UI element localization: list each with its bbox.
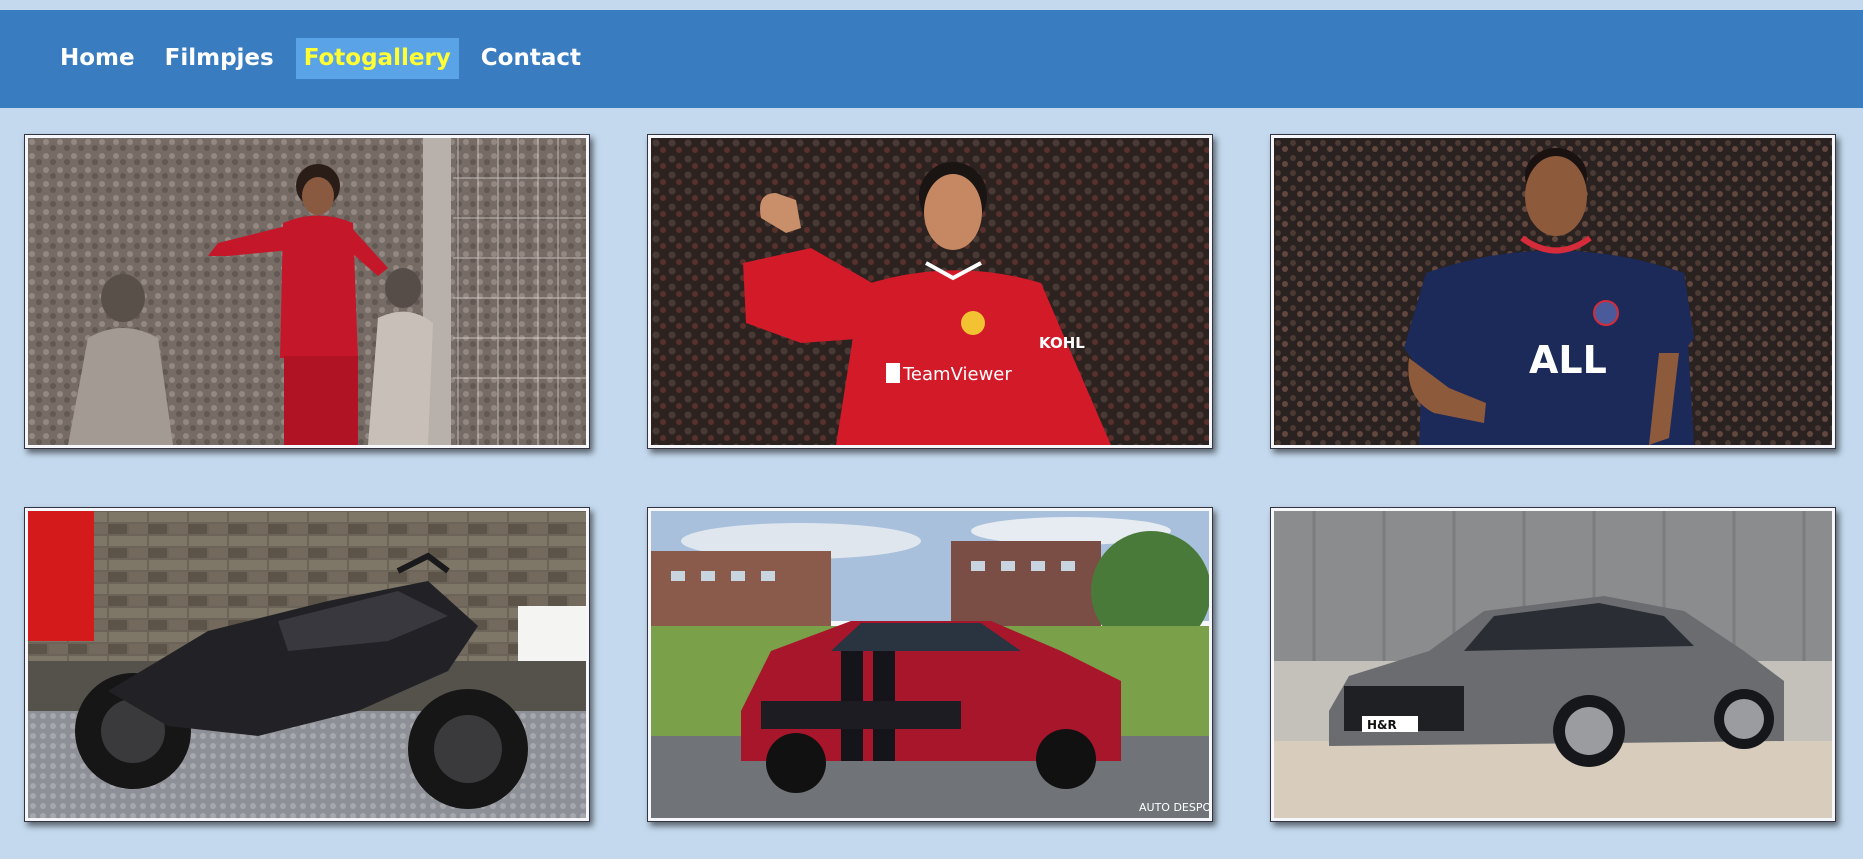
nav-item-contact: Contact xyxy=(473,38,589,79)
photo-6-plate-text: H&R xyxy=(1367,718,1397,732)
gallery-photo-4[interactable] xyxy=(24,507,590,822)
svg-text:KOHL: KOHL xyxy=(1039,334,1085,352)
photo-5-image: AUTO DESPOT xyxy=(651,511,1209,818)
photo-2-image: TeamViewer KOHL xyxy=(651,138,1209,445)
nav-item-home: Home xyxy=(52,38,143,79)
photo-5-watermark-text: AUTO DESPOT xyxy=(1139,801,1209,814)
nav-link-filmpjes[interactable]: Filmpjes xyxy=(157,38,282,79)
photo-footballer-navy-kit: ALL xyxy=(1274,138,1832,445)
photo-3-sponsor-text: ALL xyxy=(1529,338,1607,382)
photo-red-muscle-car: AUTO DESPOT xyxy=(651,511,1209,818)
gallery-photo-3[interactable]: ALL xyxy=(1270,134,1836,449)
gallery-photo-1[interactable] xyxy=(24,134,590,449)
photo-6-image: H&R xyxy=(1274,511,1832,818)
photo-footballer-celebrating xyxy=(28,138,586,445)
photo-grey-sedan: H&R xyxy=(1274,511,1832,818)
nav-link-fotogallery[interactable]: Fotogallery xyxy=(295,38,459,79)
nav-item-filmpjes: Filmpjes xyxy=(157,38,282,79)
gallery-photo-6[interactable]: H&R xyxy=(1270,507,1836,822)
photo-4-image xyxy=(28,511,586,818)
gallery-photo-2[interactable]: TeamViewer KOHL xyxy=(647,134,1213,449)
photo-2-sponsor-text: TeamViewer xyxy=(902,364,1012,385)
photo-3-image: ALL xyxy=(1274,138,1832,445)
nav-menu: Home Filmpjes Fotogallery Contact xyxy=(52,38,603,79)
gallery-photo-5[interactable]: AUTO DESPOT xyxy=(647,507,1213,822)
top-navigation-bar: Home Filmpjes Fotogallery Contact xyxy=(0,10,1863,108)
nav-link-contact[interactable]: Contact xyxy=(473,38,589,79)
nav-link-home[interactable]: Home xyxy=(52,38,143,79)
photo-footballer-thumbs-up: TeamViewer KOHL xyxy=(651,138,1209,445)
nav-item-fotogallery: Fotogallery xyxy=(295,38,459,79)
photo-1-image xyxy=(28,138,586,445)
photo-motorcycle xyxy=(28,511,586,818)
